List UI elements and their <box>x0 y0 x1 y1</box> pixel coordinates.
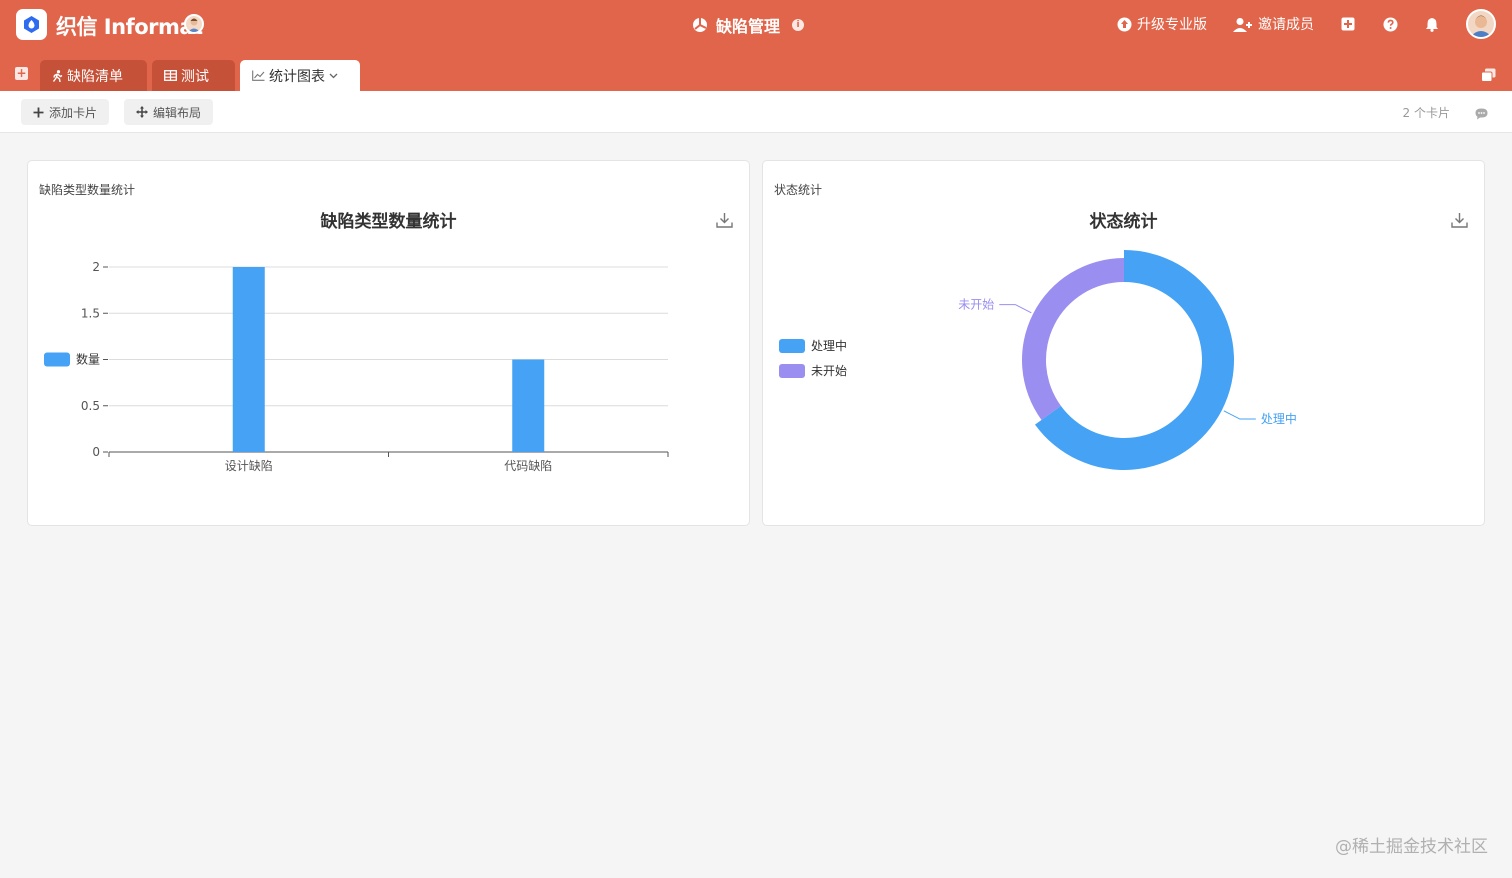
y-tick-label: 0.5 <box>81 399 100 413</box>
table-icon <box>164 70 177 81</box>
x-tick-label: 设计缺陷 <box>225 458 273 473</box>
app-logo[interactable] <box>16 9 47 40</box>
edit-layout-button[interactable]: 编辑布局 <box>124 99 214 125</box>
chevron-down-icon[interactable] <box>329 73 338 79</box>
help-icon <box>1383 17 1397 31</box>
person-icon <box>188 18 200 32</box>
bar <box>232 267 265 452</box>
legend-label: 数量 <box>76 352 100 367</box>
plus-square-icon <box>1341 17 1355 31</box>
toolbar: 添加卡片 编辑布局 2 个卡片 <box>0 91 1512 133</box>
user-avatar[interactable] <box>1466 9 1496 39</box>
app-icon <box>693 18 707 32</box>
add-tab-button[interactable]: + <box>15 67 28 80</box>
watermark: @稀土掘金技术社区 <box>1335 837 1488 857</box>
workspace-avatar[interactable] <box>184 14 204 34</box>
legend-swatch <box>779 364 805 378</box>
legend-label: 处理中 <box>811 338 847 353</box>
window-toggle-button[interactable] <box>1481 67 1496 86</box>
top-bar: 织信 Informat 缺陷管理 i 升级专业版 邀请成员 + 缺陷清单 测试 … <box>0 0 1512 91</box>
add-card-button[interactable]: 添加卡片 <box>21 99 110 125</box>
brand-name: 织信 Informat <box>56 15 203 39</box>
donut-chart: 处理中未开始处理中未开始 <box>779 250 1297 470</box>
top-actions: 升级专业版 邀请成员 <box>1091 8 1496 40</box>
y-tick-label: 2 <box>92 260 100 274</box>
tab-test[interactable]: 测试 <box>152 60 235 91</box>
app-title-group[interactable]: 缺陷管理 i <box>692 13 805 37</box>
info-icon[interactable]: i <box>792 19 805 31</box>
donut-slice <box>1022 258 1124 420</box>
add-card-label: 添加卡片 <box>49 105 98 120</box>
y-tick-label: 0 <box>92 445 100 459</box>
app-title: 缺陷管理 <box>716 17 781 36</box>
chart-card-defect-types: 缺陷类型数量统计 缺陷类型数量统计 0 0.5 1.5 2 设计缺陷 代码缺陷 数量 <box>27 160 750 526</box>
person-icon <box>1470 15 1492 37</box>
help-button[interactable] <box>1382 16 1398 32</box>
edit-layout-label: 编辑布局 <box>153 105 202 120</box>
legend-swatch <box>779 339 805 353</box>
plus-icon <box>33 107 44 117</box>
invite-label: 邀请成员 <box>1258 17 1314 33</box>
comment-icon <box>1475 108 1488 120</box>
legend-swatch <box>44 352 70 367</box>
leader-line <box>1223 410 1256 420</box>
line-chart-icon <box>252 70 265 81</box>
notifications-button[interactable] <box>1424 16 1440 32</box>
tab-statistics-chart[interactable]: 统计图表 <box>240 60 360 91</box>
x-tick-label: 代码缺陷 <box>504 458 552 473</box>
slice-label: 处理中 <box>1261 411 1297 426</box>
tab-label: 测试 <box>181 68 209 85</box>
tab-label: 统计图表 <box>269 68 325 85</box>
legend-label: 未开始 <box>811 364 847 378</box>
add-user-icon <box>1233 17 1252 32</box>
slice-label: 未开始 <box>958 298 994 312</box>
upgrade-button[interactable]: 升级专业版 <box>1117 14 1207 34</box>
upgrade-label: 升级专业版 <box>1137 17 1207 33</box>
logo-icon <box>24 16 39 33</box>
walking-icon <box>52 69 63 82</box>
create-button[interactable] <box>1340 16 1356 32</box>
invite-button[interactable]: 邀请成员 <box>1233 14 1314 34</box>
bar-chart: 0 0.5 1.5 2 设计缺陷 代码缺陷 数量 <box>44 260 669 473</box>
card-count: 2 个卡片 <box>1402 106 1450 120</box>
y-tick-label: 1.5 <box>81 306 100 320</box>
comment-button[interactable] <box>1475 105 1488 124</box>
tab-label: 缺陷清单 <box>67 68 123 85</box>
arrow-up-circle-icon <box>1117 17 1132 31</box>
move-icon <box>136 106 148 118</box>
chart-card-status: 状态统计 状态统计 处理中 未开始 处理中 未开始 <box>762 160 1485 526</box>
tab-defect-list[interactable]: 缺陷清单 <box>40 60 147 91</box>
bell-icon <box>1426 17 1438 32</box>
bar <box>512 359 545 452</box>
leader-line <box>999 304 1032 314</box>
windows-icon <box>1481 68 1496 82</box>
